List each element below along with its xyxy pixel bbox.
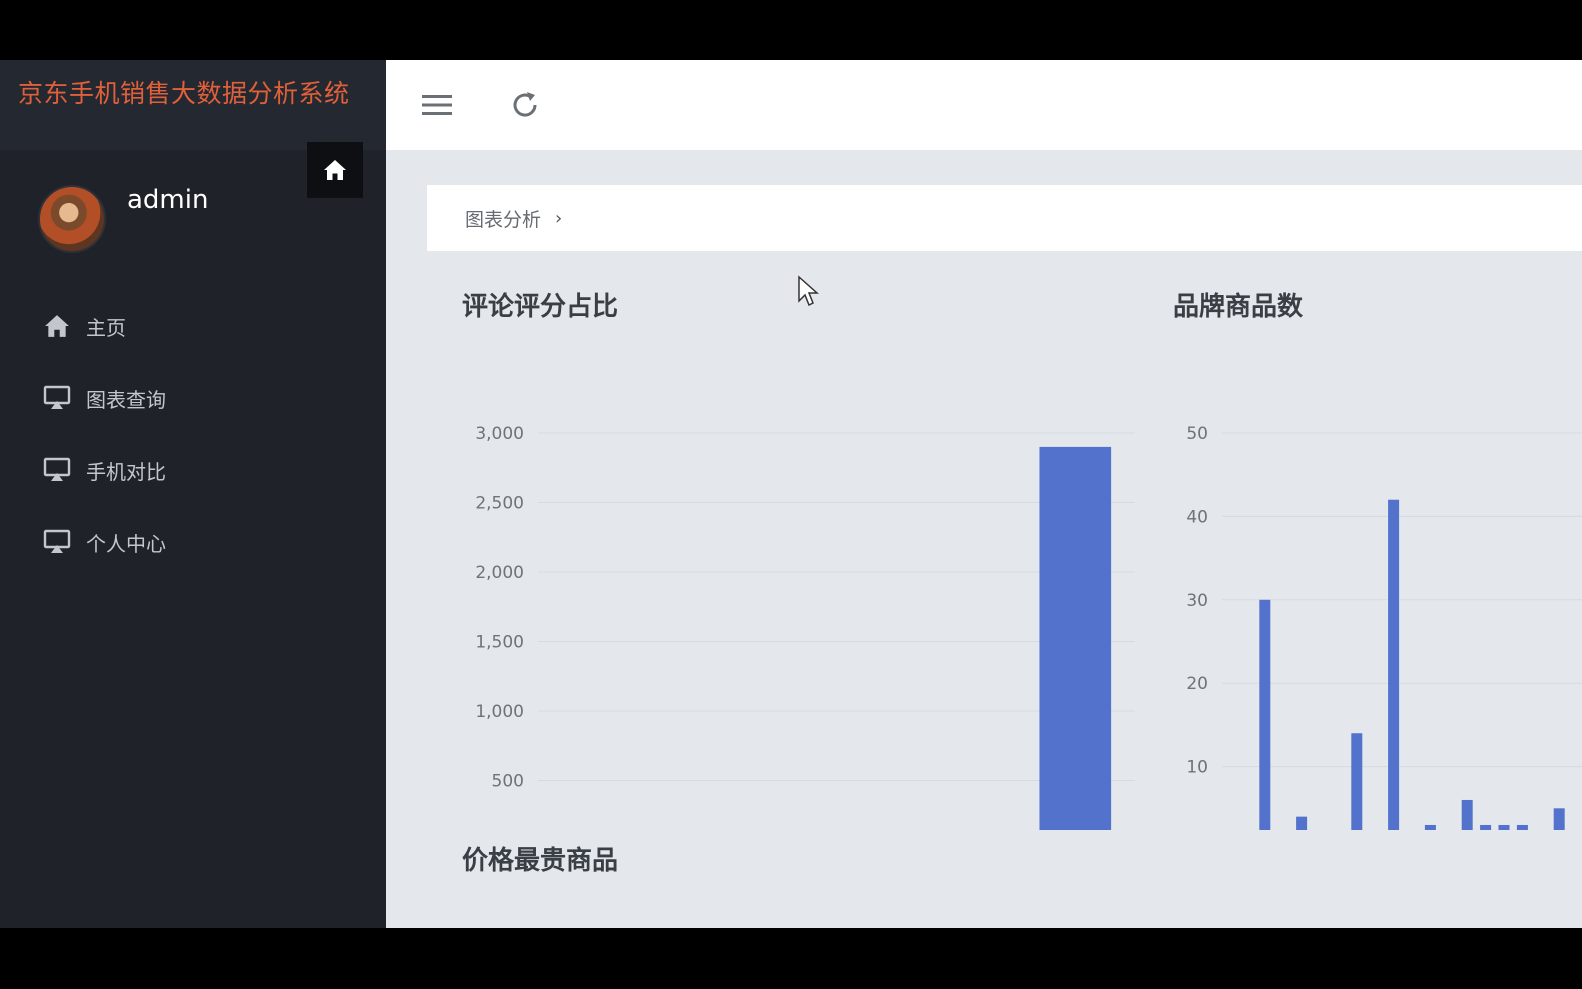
top-bar: [386, 60, 1582, 150]
sidebar-item-label: 手机对比: [86, 459, 166, 484]
y-tick-label: 30: [1186, 591, 1208, 611]
bar: [1553, 808, 1565, 830]
sidebar-item-profile[interactable]: 个人中心: [0, 506, 386, 578]
monitor-icon: [42, 457, 72, 483]
sidebar-item-phone-compare[interactable]: 手机对比: [0, 434, 386, 506]
sidebar-item-chart-query[interactable]: 图表查询: [0, 362, 386, 434]
refresh-button[interactable]: [508, 88, 542, 122]
bar: [1424, 824, 1436, 830]
avatar[interactable]: [38, 185, 106, 253]
bar: [1516, 824, 1528, 830]
y-tick-label: 10: [1186, 758, 1208, 778]
bar: [1498, 824, 1510, 830]
username: admin: [127, 185, 209, 215]
app-window: 京东手机销售大数据分析系统 admin 主页 图表查询 手机对比 个人中心 图表…: [0, 60, 1582, 928]
y-tick-label: 1,500: [475, 633, 524, 653]
breadcrumb-item[interactable]: 图表分析: [465, 205, 541, 232]
app-title: 京东手机销售大数据分析系统: [18, 79, 350, 108]
bar: [1296, 816, 1308, 830]
sidebar-item-label: 个人中心: [86, 531, 166, 556]
y-tick-label: 3,000: [475, 424, 524, 444]
hamburger-icon: [422, 95, 452, 115]
monitor-icon: [42, 385, 72, 411]
breadcrumb: 图表分析 ›: [427, 185, 1582, 251]
brand-bar: 京东手机销售大数据分析系统: [0, 60, 386, 150]
sidebar-nav: 主页 图表查询 手机对比 个人中心: [0, 290, 386, 578]
sidebar: 京东手机销售大数据分析系统 admin 主页 图表查询 手机对比 个人中心: [0, 60, 386, 928]
sidebar-item-label: 图表查询: [86, 387, 166, 412]
sidebar-item-home[interactable]: 主页: [0, 290, 386, 362]
mouse-cursor-icon: [798, 275, 819, 307]
y-tick-label: 500: [492, 772, 524, 792]
home-shortcut-button[interactable]: [307, 142, 363, 198]
breadcrumb-separator: ›: [555, 207, 563, 229]
bar: [1461, 799, 1473, 830]
bar: [1388, 499, 1400, 830]
y-tick-label: 1,000: [475, 702, 524, 722]
bar: [1480, 824, 1492, 830]
home-icon: [42, 313, 72, 339]
y-tick-label: 2,000: [475, 563, 524, 583]
user-panel: admin: [38, 185, 208, 253]
brand-bar-chart: 01020304050多亲（QIN)other: [1186, 424, 1582, 830]
home-icon: [324, 160, 346, 180]
bar: [1039, 446, 1112, 830]
refresh-icon: [513, 92, 537, 117]
rating-bar-chart: 05001,0001,5002,0002,5003,0001-22-33-44-…: [475, 424, 1135, 830]
monitor-icon: [42, 529, 72, 555]
bar: [1351, 733, 1363, 830]
sidebar-item-label: 主页: [86, 315, 126, 340]
bar: [1259, 599, 1271, 830]
y-tick-label: 20: [1186, 674, 1208, 694]
y-tick-label: 2,500: [475, 494, 524, 514]
menu-toggle-button[interactable]: [420, 88, 454, 122]
y-tick-label: 50: [1186, 424, 1208, 444]
price-chart-title: 价格最贵商品: [462, 846, 619, 876]
y-tick-label: 40: [1186, 507, 1208, 527]
rating-chart-title: 评论评分占比: [462, 292, 619, 322]
brand-chart-title: 品牌商品数: [1173, 292, 1304, 322]
